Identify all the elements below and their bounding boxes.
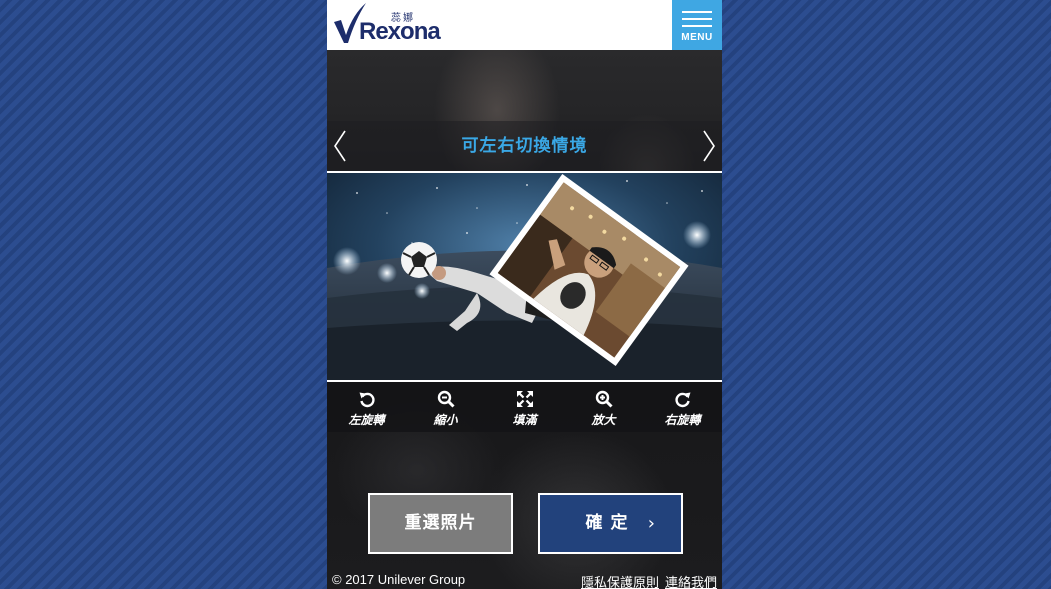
chevron-right-icon[interactable] — [700, 129, 720, 163]
privacy-policy-link[interactable]: 隱私保護原則 — [581, 572, 659, 589]
zoom-out-button[interactable]: 縮小 — [406, 382, 485, 432]
zoom-in-icon — [595, 390, 613, 408]
zoom-in-button[interactable]: 放大 — [564, 382, 643, 432]
menu-button[interactable]: MENU — [672, 0, 722, 50]
confirm-button[interactable]: 確定 › — [538, 493, 683, 554]
logo-brand-name: Rexona — [359, 18, 441, 45]
fill-button[interactable]: 填滿 — [485, 382, 564, 432]
contact-us-link[interactable]: 連絡我們 — [665, 572, 717, 589]
scene-switcher: 可左右切換情境 — [327, 121, 722, 171]
photo-canvas[interactable] — [327, 171, 722, 382]
rexona-logo[interactable]: 蕊娜 Rexona — [333, 2, 453, 46]
reselect-photo-button[interactable]: 重選照片 — [368, 493, 513, 554]
rotate-right-icon — [674, 392, 690, 408]
photo-edit-toolbar: 左旋轉 縮小 填滿 放大 右旋轉 — [327, 382, 722, 432]
zoom-out-label: 縮小 — [433, 413, 458, 427]
rotate-left-button[interactable]: 左旋轉 — [327, 382, 406, 432]
rotate-right-button[interactable]: 右旋轉 — [643, 382, 722, 432]
expand-icon — [516, 391, 533, 407]
rotate-left-label: 左旋轉 — [348, 413, 385, 427]
site-header: 蕊娜 Rexona MENU — [327, 0, 722, 50]
menu-label: MENU — [681, 32, 713, 43]
confirm-label: 確定 — [585, 513, 636, 533]
football-ball — [401, 242, 437, 278]
fill-label: 填滿 — [512, 413, 537, 427]
copyright-text: © 2017 Unilever Group — [332, 572, 466, 587]
site-footer: © 2017 Unilever Group 隱私保護原則 連絡我們 — [327, 572, 722, 589]
rotate-right-label: 右旋轉 — [664, 413, 701, 427]
chevron-left-icon[interactable] — [331, 129, 351, 163]
chevron-right-icon: › — [647, 513, 655, 534]
zoom-out-icon — [437, 390, 455, 408]
zoom-in-label: 放大 — [591, 413, 616, 427]
mobile-page: 蕊娜 Rexona MENU 可左右切換情境 左旋轉 縮小 填滿 放大 右旋轉 … — [327, 0, 722, 589]
scene-title: 可左右切換情境 — [461, 136, 588, 156]
stadium-scene-image — [327, 173, 722, 380]
rotate-left-icon — [359, 392, 375, 408]
